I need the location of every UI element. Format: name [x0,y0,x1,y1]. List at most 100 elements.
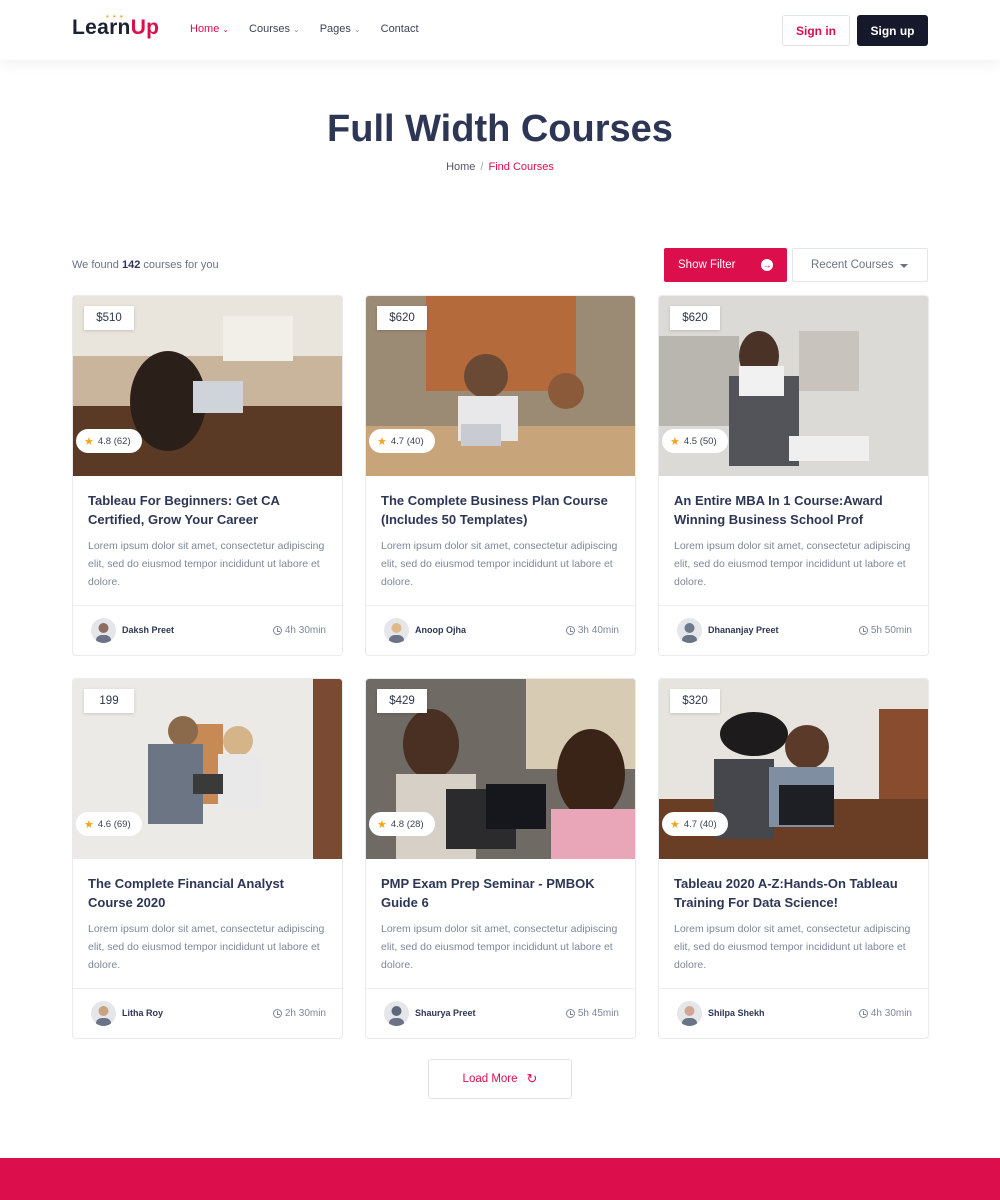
course-footer: Daksh Preet 4h 30min [73,605,342,655]
price-badge: $510 [84,306,134,330]
load-more-label: Load More [462,1073,518,1085]
star-icon: ★ [84,818,94,831]
course-card[interactable]: $510 ★ 4.8 (62) Tableau For Beginners: Get … [72,295,343,656]
course-duration: 5h 45min [565,1008,619,1019]
duration-value: 4h 30min [870,1008,912,1019]
course-footer: Anoop Ojha 3h 40min [366,605,635,655]
avatar[interactable] [91,1001,116,1026]
breadcrumb-separator: / [480,161,484,173]
caret-down-icon [900,264,908,268]
course-title[interactable]: Tableau For Beginners: Get CA Certified,… [88,491,330,529]
rating-value: 4.7 (40) [390,435,424,447]
rating-badge: ★ 4.7 (40) [662,812,728,836]
breadcrumb-home[interactable]: Home [446,161,475,173]
course-description: Lorem ipsum dolor sit amet, consectetur … [88,923,325,971]
breadcrumb: Home / Find Courses [0,161,1000,173]
price-badge: $429 [377,689,427,713]
chevron-down-icon: ⌄ [293,24,300,34]
rating-value: 4.8 (62) [97,435,131,447]
price-badge: $620 [670,306,720,330]
chevron-down-icon: ⌄ [353,24,361,34]
refresh-icon: ↻ [526,1071,538,1086]
course-duration: 3h 40min [565,625,619,636]
results-count: We found 142 courses for you [72,259,219,271]
clock-icon [858,1009,868,1018]
duration-value: 5h 50min [870,625,912,636]
course-card[interactable]: $620 ★ 4.7 (40) The Complete Business Plan … [365,295,636,656]
duration-value: 2h 30min [284,1008,326,1019]
rating-value: 4.5 (50) [683,435,717,447]
show-filter-button[interactable]: Show Filter → [664,248,787,282]
course-footer: Litha Roy 2h 30min [73,988,342,1038]
nav-item-contact[interactable]: Contact [381,23,419,35]
clock-icon [565,1009,575,1018]
course-description: Lorem ipsum dolor sit amet, consectetur … [88,540,325,588]
star-icon: ★ [670,818,680,831]
avatar[interactable] [91,618,116,643]
breadcrumb-current: Find Courses [488,161,554,173]
nav-item-pages[interactable]: Pages ⌄ [320,23,361,35]
clock-icon [272,626,282,635]
rating-value: 4.7 (40) [683,818,717,830]
results-number: 142 [121,259,141,271]
rating-badge: ★ 4.8 (28) [369,812,435,836]
rating-value: 4.8 (28) [390,818,424,830]
course-footer: Shilpa Shekh 4h 30min [659,988,928,1038]
course-footer: Dhananjay Preet 5h 50min [659,605,928,655]
course-card[interactable]: $620 ★ 4.5 (50) An Entire MBA In 1 Course:A… [658,295,929,656]
site-header: LearnUp • • • Home ⌄ Courses ⌄ Pages ⌄ C… [0,0,1000,60]
sort-select[interactable]: Recent Courses [792,248,928,282]
star-icon: ★ [84,435,94,448]
course-title[interactable]: Tableau 2020 A-Z:Hands-On Tableau Traini… [674,874,916,912]
nav-item-home[interactable]: Home ⌄ [190,23,229,35]
arrow-right-circle-icon: → [761,259,773,271]
chevron-down-icon: ⌄ [222,24,230,34]
nav-item-courses[interactable]: Courses ⌄ [249,23,300,35]
nav-item-label: Courses [249,23,291,35]
course-card[interactable]: $320 ★ 4.7 (40) Tableau 2020 A-Z:Hands-On T… [658,678,929,1039]
course-card[interactable]: 199 ★ 4.6 (69) The Complete Financial Analy… [72,678,343,1039]
author-name[interactable]: Dhananjay Preet [708,625,779,635]
course-description: Lorem ipsum dolor sit amet, consectetur … [381,540,618,588]
course-footer: Shaurya Preet 5h 45min [366,988,635,1038]
clock-icon [565,626,575,635]
author-name[interactable]: Daksh Preet [122,625,174,635]
course-title[interactable]: The Complete Business Plan Course (Inclu… [381,491,623,529]
main-nav: Home ⌄ Courses ⌄ Pages ⌄ Contact [190,23,419,35]
rating-badge: ★ 4.7 (40) [369,429,435,453]
logo-dots: • • • [106,12,124,21]
results-prefix: We found [72,259,119,271]
results-suffix: courses for you [143,259,219,271]
sign-up-button[interactable]: Sign up [857,15,928,46]
star-icon: ★ [670,435,680,448]
price-badge: 199 [84,689,134,713]
author-name[interactable]: Litha Roy [122,1008,163,1018]
author-name[interactable]: Shilpa Shekh [708,1008,765,1018]
course-title[interactable]: The Complete Financial Analyst Course 20… [88,874,330,912]
nav-item-label: Home [190,23,220,35]
avatar[interactable] [677,618,702,643]
avatar[interactable] [384,1001,409,1026]
price-badge: $320 [670,689,720,713]
nav-item-label: Pages [319,23,351,35]
rating-badge: ★ 4.5 (50) [662,429,728,453]
clock-icon [858,626,868,635]
show-filter-label: Show Filter [678,259,736,271]
author-name[interactable]: Anoop Ojha [415,625,466,635]
author-name[interactable]: Shaurya Preet [415,1008,476,1018]
logo-text-up: Up [130,16,160,39]
rating-badge: ★ 4.6 (69) [76,812,142,836]
course-title[interactable]: PMP Exam Prep Seminar - PMBOK Guide 6 [381,874,623,912]
duration-value: 5h 45min [577,1008,619,1019]
rating-badge: ★ 4.8 (62) [76,429,142,453]
course-description: Lorem ipsum dolor sit amet, consectetur … [674,923,911,971]
sign-in-button[interactable]: Sign in [782,15,850,46]
course-duration: 4h 30min [858,1008,912,1019]
course-title[interactable]: An Entire MBA In 1 Course:Award Winning … [674,491,916,529]
course-card[interactable]: $429 ★ 4.8 (28) PMP Exam Prep Seminar - PMB… [365,678,636,1039]
star-icon: ★ [377,818,387,831]
course-duration: 5h 50min [858,625,912,636]
avatar[interactable] [384,618,409,643]
avatar[interactable] [677,1001,702,1026]
load-more-button[interactable]: Load More ↻ [428,1059,572,1099]
